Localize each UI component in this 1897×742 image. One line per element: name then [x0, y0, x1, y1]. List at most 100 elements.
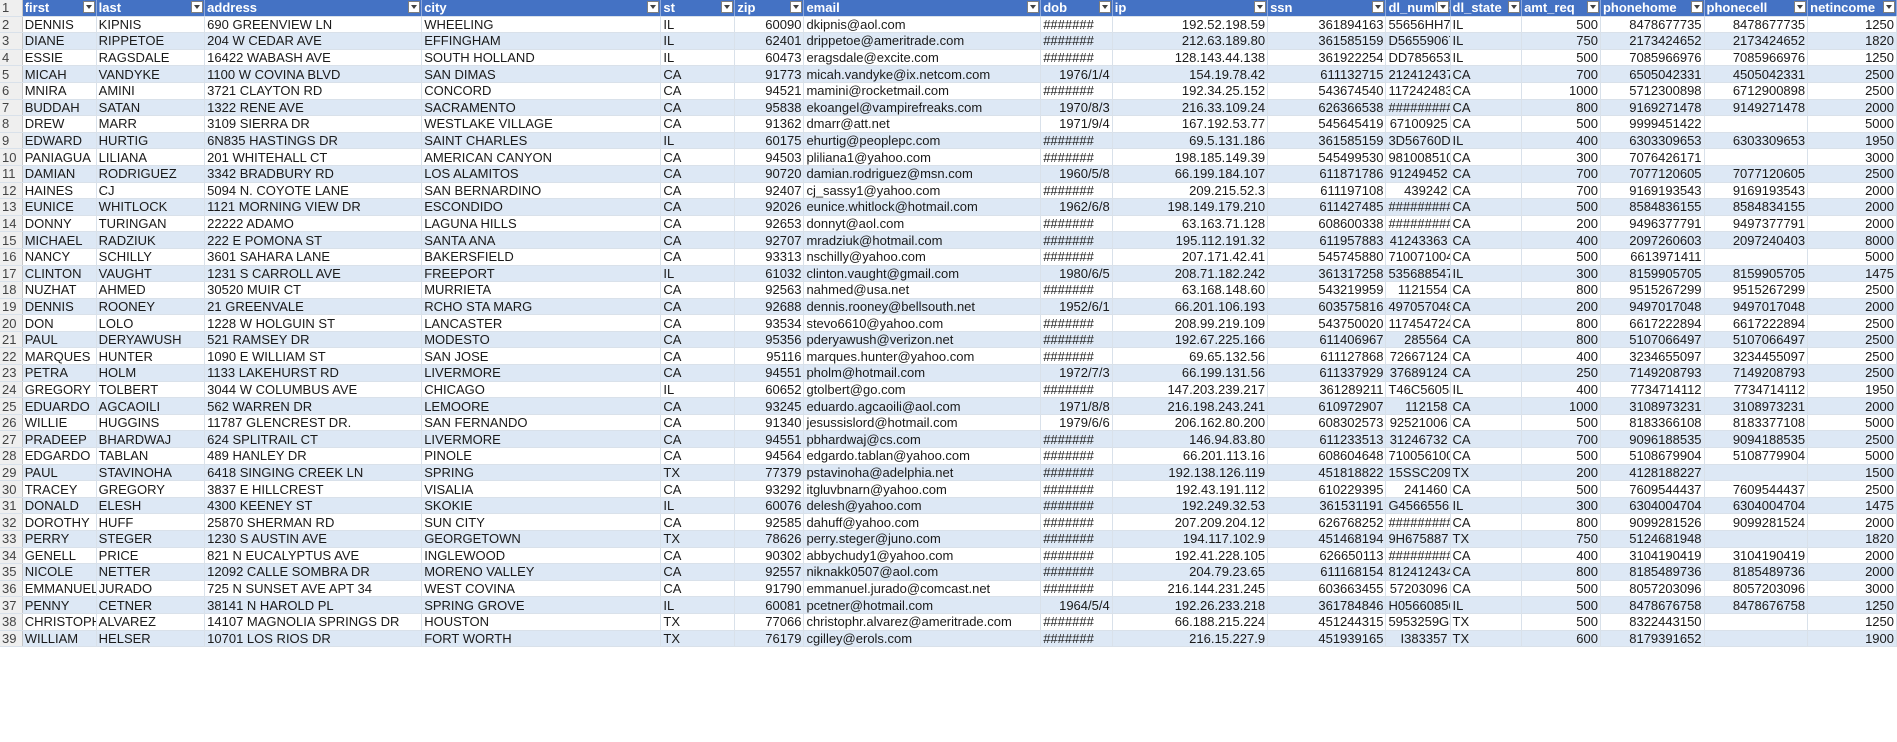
- cell-dob[interactable]: #######: [1040, 347, 1113, 366]
- cell-dl-state[interactable]: CA: [1450, 298, 1523, 316]
- cell-dob[interactable]: #######: [1040, 182, 1113, 200]
- cell-st[interactable]: CA: [660, 397, 736, 415]
- column-header-phonecell[interactable]: phonecell: [1704, 0, 1809, 17]
- cell-phonehome[interactable]: 5107066497: [1600, 331, 1705, 349]
- cell-netincome[interactable]: 1950: [1807, 132, 1897, 150]
- cell-dob[interactable]: #######: [1040, 16, 1113, 34]
- cell-netincome[interactable]: 2500: [1807, 347, 1897, 366]
- cell-phonehome[interactable]: 9999451422: [1600, 115, 1705, 133]
- cell-phonecell[interactable]: 3108973231: [1704, 397, 1809, 415]
- cell-amt-req[interactable]: 800: [1521, 281, 1601, 299]
- row-number[interactable]: 7: [0, 99, 23, 117]
- cell-ssn[interactable]: 626650113: [1267, 547, 1387, 565]
- cell-last[interactable]: HUFF: [96, 513, 206, 531]
- cell-email[interactable]: dkipnis@aol.com: [803, 16, 1042, 34]
- cell-city[interactable]: LOS ALAMITOS: [421, 165, 662, 183]
- cell-st[interactable]: CA: [660, 563, 736, 581]
- cell-dl-number[interactable]: 3D56760D37: [1385, 132, 1451, 150]
- cell-address[interactable]: 25870 SHERMAN RD: [204, 513, 423, 531]
- cell-dl-number[interactable]: 91249452: [1385, 165, 1451, 183]
- cell-dl-state[interactable]: CA: [1450, 331, 1523, 349]
- cell-amt-req[interactable]: 200: [1521, 464, 1601, 482]
- cell-phonecell[interactable]: 7609544437: [1704, 480, 1809, 498]
- cell-netincome[interactable]: 2000: [1807, 182, 1897, 200]
- cell-amt-req[interactable]: 800: [1521, 314, 1601, 332]
- cell-dl-state[interactable]: CA: [1450, 248, 1523, 266]
- cell-ssn[interactable]: 626768252: [1267, 513, 1387, 531]
- cell-ssn[interactable]: 611427485: [1267, 198, 1387, 216]
- cell-ssn[interactable]: 361922254: [1267, 49, 1387, 67]
- cell-city[interactable]: MURRIETA: [421, 281, 662, 299]
- cell-zip[interactable]: 94503: [734, 148, 805, 166]
- cell-ip[interactable]: 207.171.42.41: [1112, 248, 1269, 266]
- cell-last[interactable]: GREGORY: [96, 480, 206, 498]
- cell-dob[interactable]: #######: [1040, 231, 1113, 249]
- cell-email[interactable]: mamini@rocketmail.com: [803, 82, 1042, 100]
- cell-st[interactable]: CA: [660, 248, 736, 266]
- cell-dob[interactable]: #######: [1040, 447, 1113, 465]
- cell-dl-number[interactable]: 5953259G3: [1385, 613, 1451, 631]
- cell-dl-number[interactable]: 55656HH7569: [1385, 16, 1451, 34]
- cell-phonecell[interactable]: 9099281524: [1704, 513, 1809, 531]
- cell-phonecell[interactable]: 4505042331: [1704, 65, 1809, 83]
- cell-dob[interactable]: #######: [1040, 613, 1113, 631]
- cell-netincome[interactable]: 2000: [1807, 547, 1897, 565]
- cell-dob[interactable]: #######: [1040, 464, 1113, 482]
- cell-first[interactable]: NICOLE: [22, 563, 97, 581]
- cell-city[interactable]: SAN JOSE: [421, 347, 662, 366]
- cell-st[interactable]: IL: [660, 32, 736, 50]
- column-header-first[interactable]: first: [22, 0, 97, 17]
- cell-address[interactable]: 201 WHITEHALL CT: [204, 148, 423, 166]
- cell-ip[interactable]: 207.209.204.12: [1112, 513, 1269, 531]
- cell-ssn[interactable]: 610972907: [1267, 397, 1387, 415]
- cell-amt-req[interactable]: 700: [1521, 165, 1601, 183]
- cell-email[interactable]: stevo6610@yahoo.com: [803, 314, 1042, 332]
- cell-address[interactable]: 14107 MAGNOLIA SPRINGS DR: [204, 613, 423, 631]
- cell-dl-number[interactable]: 72667124: [1385, 347, 1451, 366]
- cell-city[interactable]: SAN FERNANDO: [421, 414, 662, 432]
- cell-last[interactable]: RODRIGUEZ: [96, 165, 206, 183]
- cell-st[interactable]: CA: [660, 182, 736, 200]
- cell-st[interactable]: CA: [660, 115, 736, 133]
- cell-email[interactable]: eunice.whitlock@hotmail.com: [803, 198, 1042, 216]
- cell-netincome[interactable]: 1820: [1807, 530, 1897, 548]
- cell-ssn[interactable]: 361784846: [1267, 596, 1387, 614]
- cell-st[interactable]: CA: [660, 547, 736, 565]
- filter-dropdown-icon[interactable]: [408, 1, 421, 13]
- row-number[interactable]: 16: [0, 248, 23, 266]
- cell-phonehome[interactable]: 6505042331: [1600, 65, 1705, 83]
- cell-ssn[interactable]: 545745880: [1267, 248, 1387, 266]
- cell-city[interactable]: SAN DIMAS: [421, 65, 662, 83]
- cell-netincome[interactable]: 3000: [1807, 580, 1897, 598]
- cell-ip[interactable]: 194.117.102.9: [1112, 530, 1269, 548]
- row-number[interactable]: 34: [0, 547, 23, 565]
- cell-netincome[interactable]: 2000: [1807, 563, 1897, 581]
- cell-zip[interactable]: 90302: [734, 547, 805, 565]
- cell-first[interactable]: ESSIE: [22, 49, 97, 67]
- cell-email[interactable]: pcetner@hotmail.com: [803, 596, 1042, 614]
- cell-city[interactable]: HOUSTON: [421, 613, 662, 631]
- cell-amt-req[interactable]: 500: [1521, 49, 1601, 67]
- cell-phonehome[interactable]: 7076426171: [1600, 148, 1705, 166]
- cell-ip[interactable]: 167.192.53.77: [1112, 115, 1269, 133]
- cell-last[interactable]: RIPPETOE: [96, 32, 206, 50]
- cell-city[interactable]: SUN CITY: [421, 513, 662, 531]
- cell-email[interactable]: emmanuel.jurado@comcast.net: [803, 580, 1042, 598]
- cell-dl-state[interactable]: CA: [1450, 430, 1523, 449]
- cell-st[interactable]: IL: [660, 596, 736, 614]
- cell-last[interactable]: VANDYKE: [96, 65, 206, 83]
- cell-first[interactable]: PETRA: [22, 364, 97, 382]
- cell-phonecell[interactable]: [1704, 464, 1809, 482]
- column-header-city[interactable]: city: [421, 0, 662, 17]
- cell-ip[interactable]: 212.63.189.80: [1112, 32, 1269, 50]
- cell-address[interactable]: 6418 SINGING CREEK LN: [204, 464, 423, 482]
- cell-st[interactable]: IL: [660, 49, 736, 67]
- cell-city[interactable]: LIVERMORE: [421, 430, 662, 449]
- cell-dl-number[interactable]: DD785653H7: [1385, 49, 1451, 67]
- cell-amt-req[interactable]: 500: [1521, 480, 1601, 498]
- cell-dob[interactable]: #######: [1040, 148, 1113, 166]
- cell-phonehome[interactable]: 9496377791: [1600, 215, 1705, 233]
- cell-dob[interactable]: 1971/8/8: [1040, 397, 1113, 415]
- column-header-address[interactable]: address: [204, 0, 423, 17]
- cell-phonecell[interactable]: [1704, 115, 1809, 133]
